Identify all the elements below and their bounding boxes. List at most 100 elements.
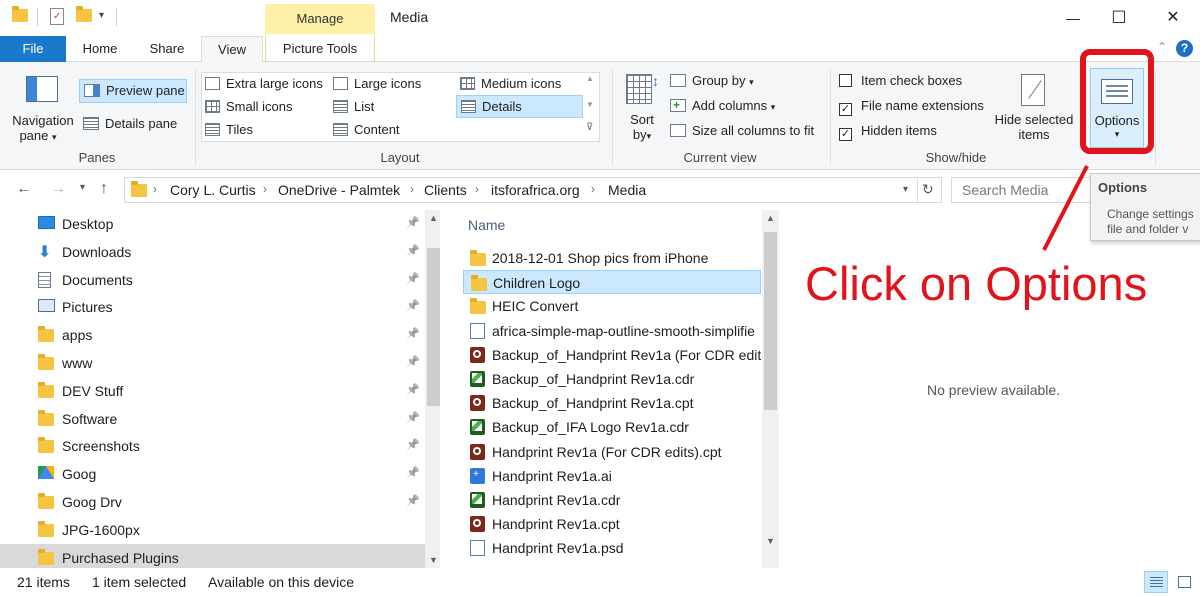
sort-by-icon[interactable] bbox=[626, 74, 652, 104]
layout-tiles[interactable]: Tiles bbox=[205, 122, 253, 137]
sidebar-item[interactable]: Software 📌 bbox=[0, 405, 425, 433]
sidebar-item[interactable]: Pictures 📌 bbox=[0, 293, 425, 321]
gallery-more-icon[interactable]: ⊽ bbox=[586, 122, 593, 133]
breadcrumb-item[interactable]: OneDrive - Palmtek bbox=[278, 182, 400, 198]
column-header-name[interactable]: Name bbox=[468, 217, 505, 233]
breadcrumb-item[interactable]: Media bbox=[608, 182, 646, 198]
pin-icon[interactable]: 📌 bbox=[406, 244, 420, 257]
customize-toolbar-icon[interactable]: ▾ bbox=[99, 10, 115, 26]
file-row[interactable]: 2018-12-01 Shop pics from iPhone bbox=[463, 246, 761, 270]
pin-icon[interactable]: 📌 bbox=[406, 494, 420, 507]
sidebar-item[interactable]: JPG-1600px bbox=[0, 516, 425, 544]
layout-medium-icons[interactable]: Medium icons bbox=[460, 76, 561, 91]
sort-by-button[interactable]: Sort by▾ bbox=[624, 112, 660, 142]
pin-icon[interactable]: 📌 bbox=[406, 466, 420, 479]
tab-picture-tools[interactable]: Picture Tools bbox=[265, 36, 375, 62]
up-arrow-icon[interactable]: ↑ bbox=[100, 180, 108, 198]
layout-small-icons[interactable]: Small icons bbox=[205, 99, 292, 114]
scroll-down-icon[interactable]: ▼ bbox=[762, 536, 779, 546]
file-row[interactable]: Children Logo bbox=[463, 270, 761, 295]
preview-pane-button[interactable]: Preview pane bbox=[79, 79, 187, 103]
gallery-scroll-down-icon[interactable]: ▼ bbox=[586, 100, 594, 109]
scroll-thumb[interactable] bbox=[764, 232, 777, 410]
breadcrumb-item[interactable]: itsforafrica.org bbox=[491, 182, 580, 198]
recent-locations-icon[interactable]: ▾ bbox=[80, 182, 85, 193]
breadcrumb-item[interactable]: Clients bbox=[424, 182, 467, 198]
tab-file[interactable]: File bbox=[0, 36, 66, 62]
pin-icon[interactable]: 📌 bbox=[406, 299, 420, 312]
collapse-ribbon-icon[interactable]: ⌃ bbox=[1157, 40, 1167, 54]
pin-icon[interactable]: 📌 bbox=[406, 272, 420, 285]
layout-list[interactable]: List bbox=[333, 99, 374, 114]
minimize-button[interactable]: — bbox=[1050, 4, 1096, 32]
pin-icon[interactable]: 📌 bbox=[406, 355, 420, 368]
address-history-icon[interactable]: ▾ bbox=[903, 184, 908, 195]
file-name-extensions-toggle[interactable]: ✓ File name extensions bbox=[839, 98, 984, 116]
back-arrow-icon[interactable]: ← bbox=[16, 180, 32, 198]
layout-extra-large-icons[interactable]: Extra large icons bbox=[205, 76, 323, 91]
breadcrumb-separator-icon[interactable]: › bbox=[410, 182, 414, 196]
file-row[interactable]: Backup_of_Handprint Rev1a.cdr bbox=[463, 367, 761, 391]
details-pane-button[interactable]: Details pane bbox=[83, 116, 177, 131]
pin-icon[interactable]: 📌 bbox=[406, 411, 420, 424]
sidebar-item[interactable]: Goog Drv 📌 bbox=[0, 488, 425, 516]
item-check-boxes-toggle[interactable]: Item check boxes bbox=[839, 73, 962, 88]
file-row[interactable]: HEIC Convert bbox=[463, 294, 761, 318]
sidebar-item[interactable]: Documents 📌 bbox=[0, 266, 425, 294]
forward-arrow-icon[interactable]: → bbox=[50, 180, 66, 198]
details-view-button[interactable] bbox=[1144, 571, 1168, 593]
layout-details[interactable]: Details bbox=[456, 95, 583, 118]
large-icons-view-button[interactable] bbox=[1174, 571, 1196, 593]
breadcrumb-separator-icon[interactable]: › bbox=[153, 182, 157, 196]
sidebar-item[interactable]: apps 📌 bbox=[0, 321, 425, 349]
navigation-pane-button[interactable]: Navigation pane ▾ bbox=[10, 113, 76, 143]
pin-icon[interactable]: 📌 bbox=[406, 216, 420, 229]
layout-large-icons[interactable]: Large icons bbox=[333, 76, 421, 91]
navigation-pane-icon[interactable] bbox=[26, 76, 58, 102]
tab-manage[interactable]: Manage bbox=[265, 4, 375, 34]
sidebar-item[interactable]: ⬇ Downloads 📌 bbox=[0, 238, 425, 266]
nav-scrollbar[interactable]: ▲ ▼ bbox=[425, 210, 440, 568]
file-row[interactable]: + Handprint Rev1a.ai bbox=[463, 464, 761, 488]
breadcrumb-separator-icon[interactable]: › bbox=[475, 182, 479, 196]
group-by-button[interactable]: Group by ▾ bbox=[670, 73, 754, 88]
tab-home[interactable]: Home bbox=[70, 36, 130, 62]
hidden-items-checkbox[interactable]: ✓ bbox=[839, 128, 852, 141]
item-check-boxes-checkbox[interactable] bbox=[839, 74, 852, 87]
sidebar-item[interactable]: DEV Stuff 📌 bbox=[0, 377, 425, 405]
pin-icon[interactable]: 📌 bbox=[406, 438, 420, 451]
refresh-icon[interactable]: ↻ bbox=[922, 181, 934, 198]
sidebar-item[interactable]: Screenshots 📌 bbox=[0, 432, 425, 460]
sidebar-item[interactable]: Purchased Plugins bbox=[0, 543, 425, 568]
pin-icon[interactable]: 📌 bbox=[406, 383, 420, 396]
file-row[interactable]: Handprint Rev1a (For CDR edits).cpt bbox=[463, 440, 761, 464]
sidebar-item[interactable]: www 📌 bbox=[0, 349, 425, 377]
breadcrumb-item[interactable]: Cory L. Curtis bbox=[170, 182, 256, 198]
file-row[interactable]: Backup_of_IFA Logo Rev1a.cdr bbox=[463, 415, 761, 439]
layout-content[interactable]: Content bbox=[333, 122, 400, 137]
file-row[interactable]: Handprint Rev1a.cdr bbox=[463, 488, 761, 512]
breadcrumb-separator-icon[interactable]: › bbox=[263, 182, 267, 196]
gallery-scroll-up-icon[interactable]: ▲ bbox=[586, 74, 594, 83]
tab-view[interactable]: View bbox=[201, 36, 263, 63]
file-row[interactable]: Backup_of_Handprint Rev1a (For CDR edits… bbox=[463, 343, 761, 367]
breadcrumb-separator-icon[interactable]: › bbox=[591, 182, 595, 196]
sidebar-item[interactable]: Goog 📌 bbox=[0, 460, 425, 488]
file-row[interactable]: Handprint Rev1a.cpt bbox=[463, 512, 761, 536]
file-row[interactable]: africa-simple-map-outline-smooth-simplif… bbox=[463, 319, 761, 343]
sidebar-item[interactable]: Desktop 📌 bbox=[0, 210, 425, 238]
file-name-extensions-checkbox[interactable]: ✓ bbox=[839, 103, 852, 116]
size-all-columns-button[interactable]: Size all columns to fit bbox=[670, 123, 814, 138]
maximize-button[interactable]: ☐ bbox=[1096, 4, 1142, 32]
scroll-thumb[interactable] bbox=[427, 248, 440, 406]
hide-selected-items-icon[interactable] bbox=[1021, 74, 1045, 106]
tab-share[interactable]: Share bbox=[138, 36, 196, 62]
folder-icon[interactable] bbox=[12, 6, 28, 25]
file-list-scrollbar[interactable]: ▲ ▼ bbox=[762, 210, 779, 568]
add-columns-button[interactable]: + Add columns ▾ bbox=[670, 98, 775, 113]
file-row[interactable]: Backup_of_Handprint Rev1a.cpt bbox=[463, 391, 761, 415]
scroll-up-icon[interactable]: ▲ bbox=[762, 213, 779, 223]
hide-selected-items-button[interactable]: Hide selected items bbox=[990, 112, 1078, 142]
address-bar[interactable]: › Cory L. Curtis › OneDrive - Palmtek › … bbox=[124, 177, 942, 203]
pin-icon[interactable]: 📌 bbox=[406, 327, 420, 340]
